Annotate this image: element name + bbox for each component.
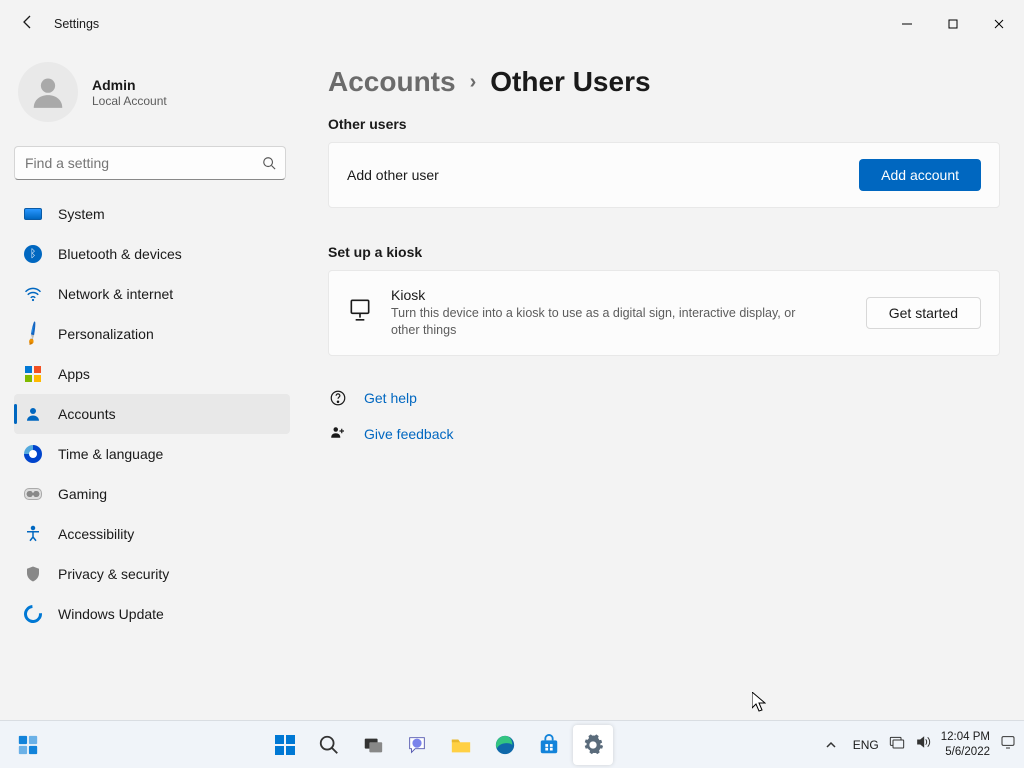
breadcrumb-current: Other Users: [490, 66, 650, 98]
nav-item-bluetooth[interactable]: ᛒ Bluetooth & devices: [14, 234, 290, 274]
person-icon: [24, 405, 42, 423]
nav-item-network[interactable]: Network & internet: [14, 274, 290, 314]
feedback-icon: [328, 424, 348, 444]
give-feedback-link[interactable]: Give feedback: [364, 426, 454, 442]
give-feedback-row[interactable]: Give feedback: [328, 418, 1000, 450]
nav-item-personalization[interactable]: 🖌️ Personalization: [14, 314, 290, 354]
back-button[interactable]: [20, 14, 36, 35]
nav-label: System: [58, 206, 105, 222]
current-user-block[interactable]: Admin Local Account: [14, 56, 290, 134]
taskbar-search-button[interactable]: [309, 725, 349, 765]
nav-item-accessibility[interactable]: Accessibility: [14, 514, 290, 554]
add-other-user-label: Add other user: [347, 167, 439, 183]
nav-label: Windows Update: [58, 606, 164, 622]
notifications-tray-icon[interactable]: [1000, 734, 1016, 755]
nav-item-system[interactable]: System: [14, 194, 290, 234]
sidebar: Admin Local Account System ᛒ Bluetooth &…: [0, 48, 300, 720]
kiosk-desc: Turn this device into a kiosk to use as …: [391, 305, 821, 339]
close-button[interactable]: [976, 8, 1022, 40]
network-tray-icon[interactable]: [889, 734, 905, 755]
nav-label: Accessibility: [58, 526, 134, 542]
tray-expand-button[interactable]: [819, 725, 843, 765]
gamepad-icon: [24, 485, 42, 503]
breadcrumb-parent[interactable]: Accounts: [328, 66, 456, 98]
nav-item-privacy[interactable]: Privacy & security: [14, 554, 290, 594]
nav-item-accounts[interactable]: Accounts: [14, 394, 290, 434]
section-heading-other-users: Other users: [328, 116, 1000, 132]
kiosk-icon: [347, 297, 373, 328]
task-view-button[interactable]: [353, 725, 393, 765]
update-icon: [24, 605, 42, 623]
settings-app-button[interactable]: [573, 725, 613, 765]
kiosk-card: Kiosk Turn this device into a kiosk to u…: [328, 270, 1000, 356]
clock-icon: [24, 445, 42, 463]
volume-tray-icon[interactable]: [915, 734, 931, 755]
user-subtitle: Local Account: [92, 94, 167, 108]
titlebar: Settings: [0, 0, 1024, 48]
clock-time: 12:04 PM: [941, 730, 990, 744]
add-other-user-card: Add other user Add account: [328, 142, 1000, 208]
add-account-button[interactable]: Add account: [859, 159, 981, 191]
window-title: Settings: [54, 17, 99, 31]
main-content: Accounts › Other Users Other users Add o…: [300, 48, 1024, 720]
nav-label: Bluetooth & devices: [58, 246, 182, 262]
get-help-row[interactable]: Get help: [328, 382, 1000, 414]
search-icon: [262, 156, 276, 170]
search-container: [14, 146, 286, 180]
shield-icon: [24, 565, 42, 583]
widgets-button[interactable]: [8, 725, 48, 765]
language-indicator[interactable]: ENG: [853, 738, 879, 752]
store-button[interactable]: [529, 725, 569, 765]
nav-label: Time & language: [58, 446, 163, 462]
nav-label: Network & internet: [58, 286, 173, 302]
nav-label: Gaming: [58, 486, 107, 502]
apps-icon: [24, 365, 42, 383]
get-started-button[interactable]: Get started: [866, 297, 981, 329]
taskbar: ENG 12:04 PM 5/6/2022: [0, 720, 1024, 768]
nav-item-gaming[interactable]: Gaming: [14, 474, 290, 514]
search-input[interactable]: [14, 146, 286, 180]
bluetooth-icon: ᛒ: [24, 245, 42, 263]
kiosk-title: Kiosk: [391, 287, 821, 303]
nav-item-time[interactable]: Time & language: [14, 434, 290, 474]
chevron-right-icon: ›: [470, 71, 477, 94]
section-heading-kiosk: Set up a kiosk: [328, 244, 1000, 260]
get-help-link[interactable]: Get help: [364, 390, 417, 406]
nav-label: Apps: [58, 366, 90, 382]
clock-date: 5/6/2022: [941, 745, 990, 759]
nav-label: Privacy & security: [58, 566, 169, 582]
user-name: Admin: [92, 77, 167, 93]
start-button[interactable]: [265, 725, 305, 765]
nav-item-apps[interactable]: Apps: [14, 354, 290, 394]
breadcrumb: Accounts › Other Users: [328, 66, 1000, 98]
chat-button[interactable]: [397, 725, 437, 765]
clock[interactable]: 12:04 PM 5/6/2022: [941, 730, 990, 759]
wifi-icon: [24, 285, 42, 303]
accessibility-icon: [24, 525, 42, 543]
help-icon: [328, 388, 348, 408]
minimize-button[interactable]: [884, 8, 930, 40]
nav-label: Accounts: [58, 406, 116, 422]
paintbrush-icon: 🖌️: [20, 321, 45, 346]
file-explorer-button[interactable]: [441, 725, 481, 765]
nav-label: Personalization: [58, 326, 154, 342]
monitor-icon: [24, 205, 42, 223]
avatar: [18, 62, 78, 122]
nav: System ᛒ Bluetooth & devices Network & i…: [14, 194, 290, 634]
edge-button[interactable]: [485, 725, 525, 765]
maximize-button[interactable]: [930, 8, 976, 40]
nav-item-update[interactable]: Windows Update: [14, 594, 290, 634]
